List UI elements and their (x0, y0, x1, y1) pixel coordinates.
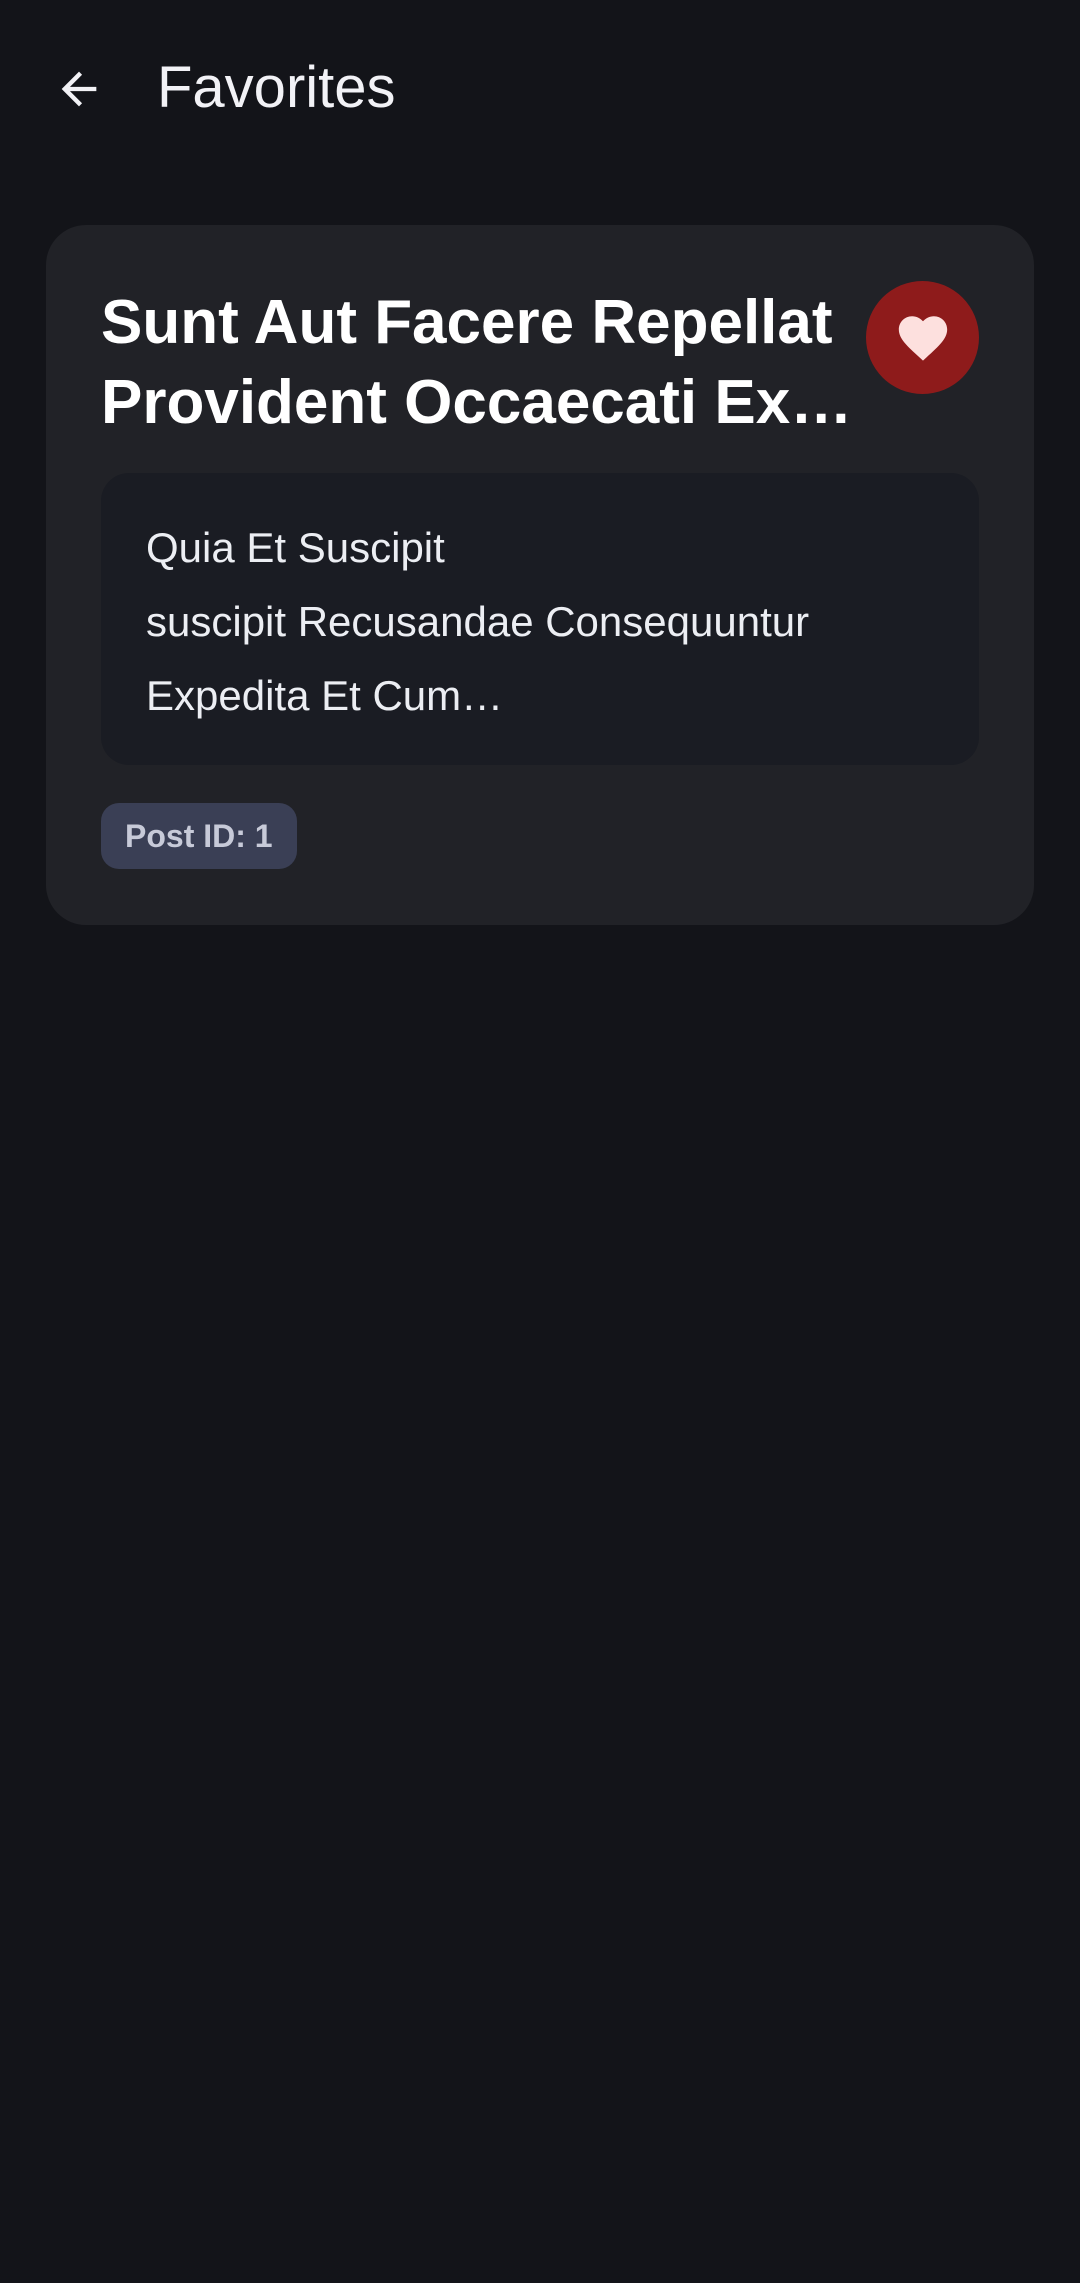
post-body: Quia Et Suscipit suscipit Recusandae Con… (146, 524, 810, 719)
post-id-badge: Post ID: 1 (101, 803, 297, 869)
heart-icon (898, 315, 947, 361)
back-button[interactable] (40, 50, 118, 128)
top-app-bar: Favorites (0, 0, 1080, 178)
favorite-post-card[interactable]: Sunt Aut Facere Repellat Provident Occae… (46, 225, 1034, 925)
post-title: Sunt Aut Facere Repellat Provident Occae… (101, 288, 853, 437)
favorite-toggle-button[interactable] (866, 281, 979, 394)
arrow-left-icon (61, 71, 97, 107)
page-title: Favorites (157, 55, 396, 120)
post-body-container: Quia Et Suscipit suscipit Recusandae Con… (101, 473, 979, 765)
